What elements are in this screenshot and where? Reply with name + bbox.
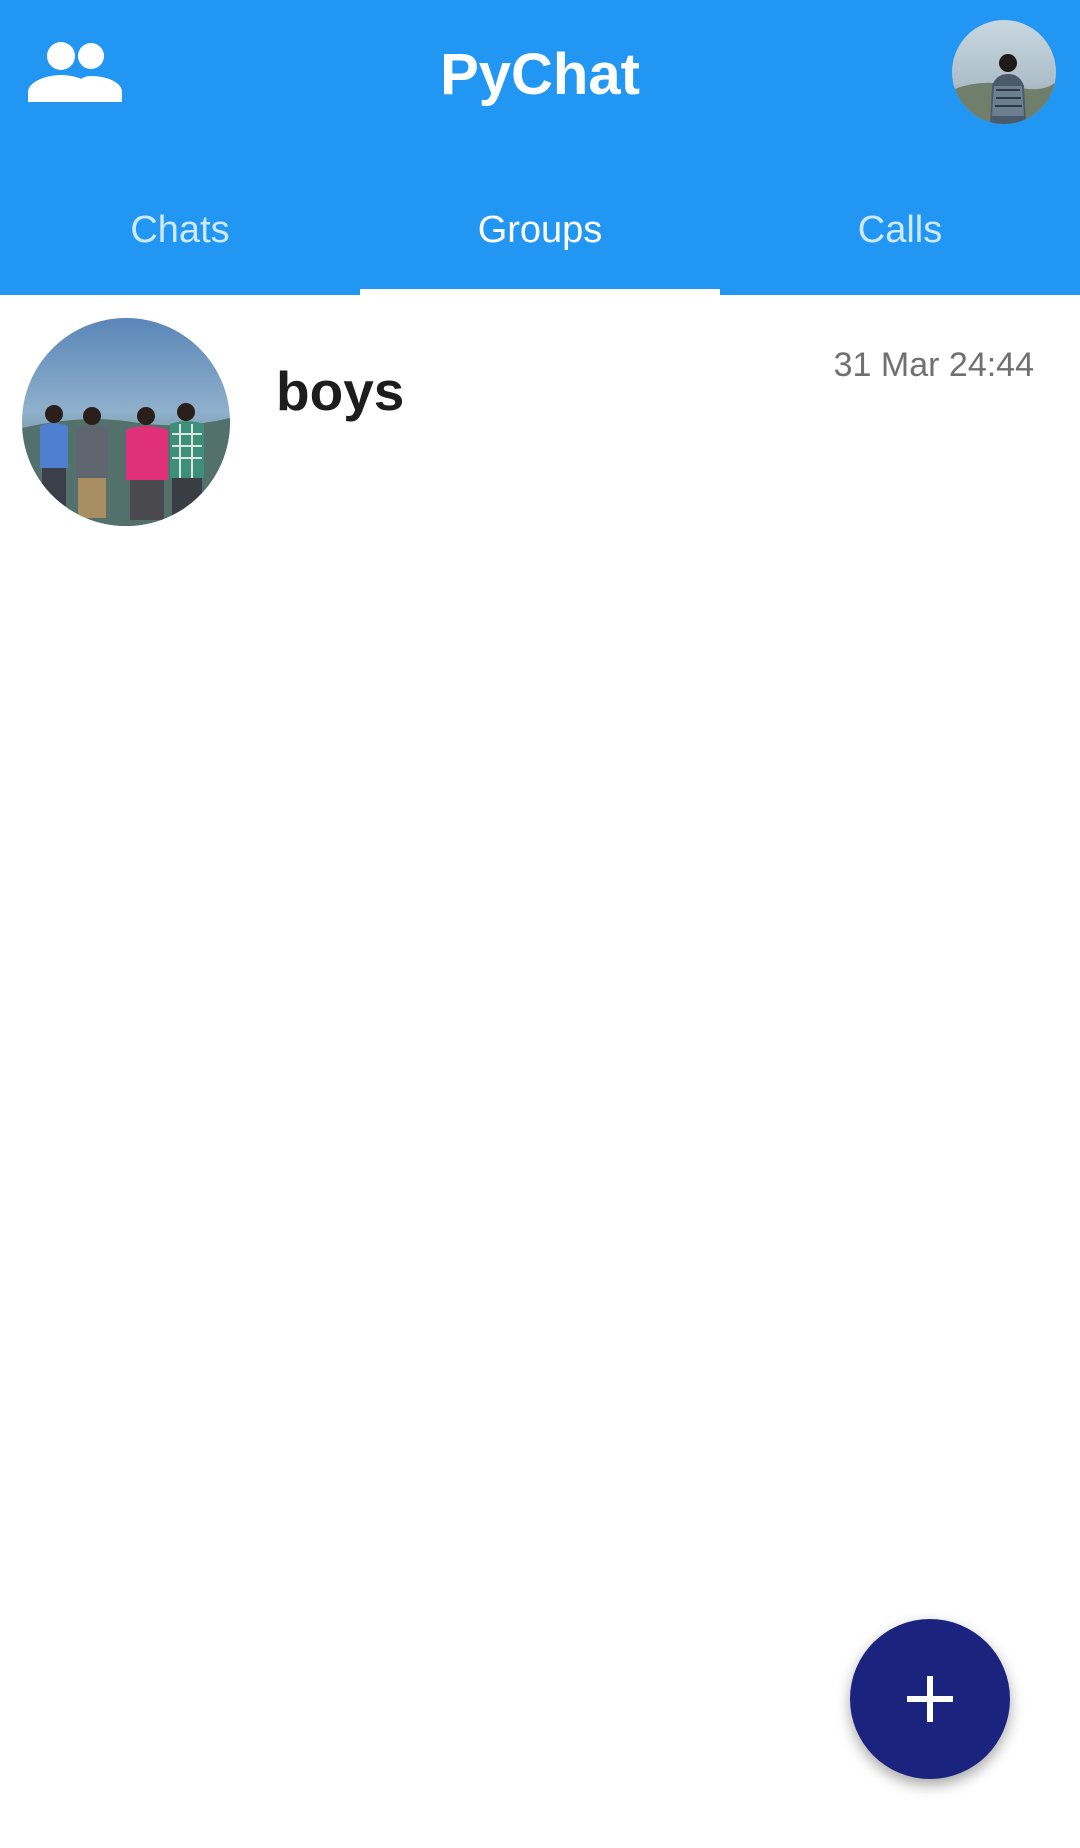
- timestamp: 31 Mar 24:44: [833, 346, 1034, 384]
- app-title: PyChat: [440, 42, 640, 107]
- group-avatar: [22, 318, 230, 526]
- plus-icon: [907, 1676, 953, 1722]
- tab-calls[interactable]: Calls: [720, 190, 1080, 295]
- group-name: boys: [276, 360, 405, 422]
- tab-chats[interactable]: Chats: [0, 190, 360, 295]
- tab-label: Calls: [857, 209, 943, 251]
- tab-label: Groups: [477, 209, 603, 251]
- tab-label: Chats: [130, 209, 230, 251]
- list-item[interactable]: boys 31 Mar 24:44: [0, 295, 1080, 535]
- app-bar: PyChat Chats Groups Calls: [0, 0, 1080, 295]
- profile-avatar[interactable]: [952, 20, 1056, 124]
- group-list: boys 31 Mar 24:44: [0, 295, 1080, 535]
- tab-bar: Chats Groups Calls: [0, 190, 1080, 295]
- top-row: PyChat: [0, 0, 1080, 150]
- add-group-button[interactable]: [850, 1619, 1010, 1779]
- tab-groups[interactable]: Groups: [360, 190, 720, 295]
